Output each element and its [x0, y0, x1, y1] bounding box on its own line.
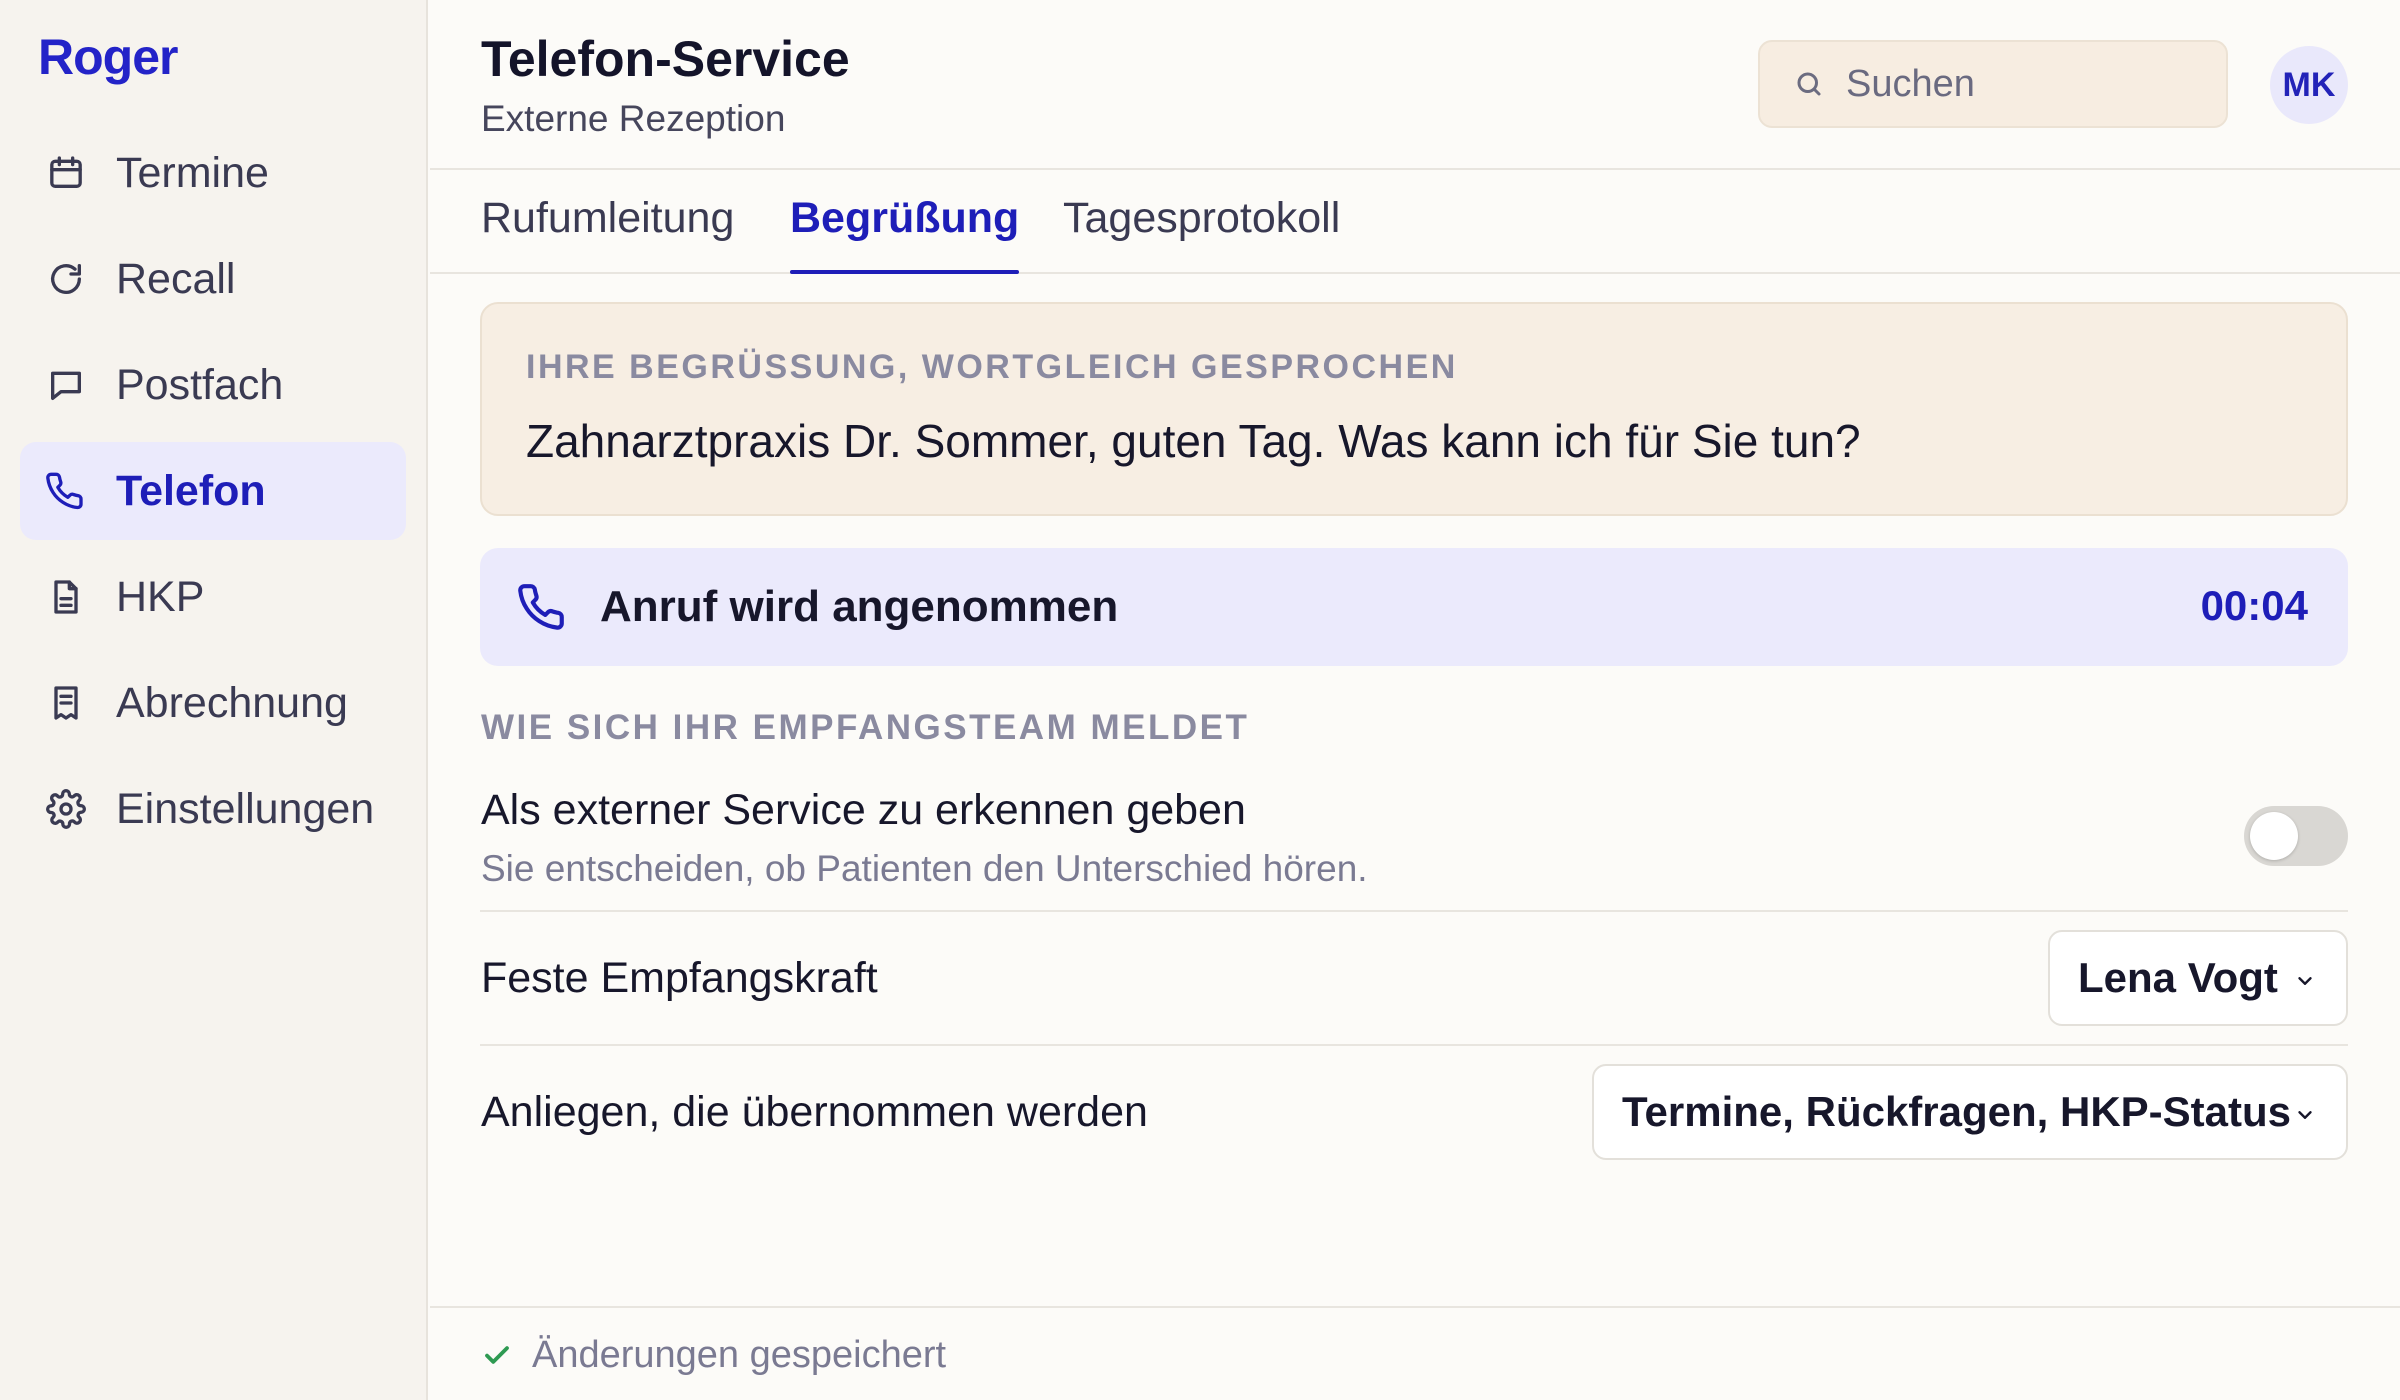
sidebar-item-telefon[interactable]: Telefon: [20, 442, 406, 540]
concerns-select[interactable]: Termine, Rückfragen, HKP-Status: [1592, 1064, 2348, 1160]
external-service-description: Sie entscheiden, ob Patienten den Unters…: [481, 848, 1368, 889]
chevron-down-icon: [2298, 977, 2312, 985]
sidebar-item-label: HKP: [116, 572, 205, 621]
sidebar-item-label: Abrechnung: [116, 678, 348, 727]
receipt-icon: [46, 683, 86, 723]
sidebar-item-label: Postfach: [116, 360, 284, 409]
tab-rufumleitung[interactable]: Rufumleitung: [481, 194, 734, 274]
greeting-card: IHRE BEGRÜSSUNG, WORTGLEICH GESPROCHEN Z…: [480, 302, 2348, 516]
gear-icon: [46, 789, 86, 829]
tab-bar: Rufumleitung Begrüßung Tagesprotokoll: [430, 172, 2400, 274]
main-content: Telefon-Service Externe Rezeption MK Ruf…: [430, 0, 2400, 1400]
external-service-toggle[interactable]: [2244, 806, 2348, 866]
page-header: Telefon-Service Externe Rezeption MK: [430, 0, 2400, 170]
save-status-bar: Änderungen gespeichert: [430, 1306, 2400, 1400]
sidebar-item-label: Termine: [116, 148, 269, 197]
call-status-bar: Anruf wird angenommen 00:04: [480, 548, 2348, 666]
phone-icon: [46, 471, 86, 511]
toggle-knob: [2250, 812, 2298, 860]
sidebar: Roger Termine Recall Postfach Telefon HK…: [0, 0, 428, 1400]
sidebar-item-postfach[interactable]: Postfach: [20, 336, 406, 434]
page-title: Telefon-Service: [481, 31, 850, 87]
sidebar-item-hkp[interactable]: HKP: [20, 548, 406, 646]
check-icon: [485, 1346, 509, 1364]
concerns-label: Anliegen, die übernommen werden: [481, 1088, 1148, 1136]
sidebar-item-label: Einstellungen: [116, 784, 375, 833]
receptionist-value: Lena Vogt: [2078, 954, 2278, 1001]
greeting-label: IHRE BEGRÜSSUNG, WORTGLEICH GESPROCHEN: [526, 348, 1458, 386]
app-logo[interactable]: Roger: [38, 28, 178, 86]
phone-icon: [518, 582, 568, 632]
receptionist-select[interactable]: Lena Vogt: [2048, 930, 2348, 1026]
sidebar-item-einstellungen[interactable]: Einstellungen: [20, 760, 406, 858]
section-label: WIE SICH IHR EMPFANGSTEAM MELDET: [481, 708, 1250, 747]
refresh-icon: [46, 259, 86, 299]
sidebar-item-abrechnung[interactable]: Abrechnung: [20, 654, 406, 752]
sidebar-item-recall[interactable]: Recall: [20, 230, 406, 328]
divider: [480, 1044, 2348, 1046]
divider: [480, 910, 2348, 912]
sidebar-item-label: Telefon: [116, 466, 266, 515]
sidebar-item-label: Recall: [116, 254, 236, 303]
receptionist-label: Feste Empfangskraft: [481, 954, 878, 1002]
save-status-text: Änderungen gespeichert: [532, 1334, 947, 1376]
document-icon: [46, 577, 86, 617]
search-box[interactable]: [1758, 40, 2228, 128]
concerns-value: Termine, Rückfragen, HKP-Status: [1622, 1088, 2292, 1135]
call-status-text: Anruf wird angenommen: [600, 582, 1119, 631]
greeting-text: Zahnarztpraxis Dr. Sommer, guten Tag. Wa…: [526, 415, 1861, 467]
external-service-title: Als externer Service zu erkennen geben: [481, 786, 1246, 834]
search-input[interactable]: [1846, 62, 2226, 106]
sidebar-nav: Termine Recall Postfach Telefon HKP Abre…: [20, 124, 406, 866]
avatar[interactable]: MK: [2270, 46, 2348, 124]
tab-tagesprotokoll[interactable]: Tagesprotokoll: [1063, 194, 1340, 274]
message-icon: [46, 365, 86, 405]
sidebar-item-termine[interactable]: Termine: [20, 124, 406, 222]
page-subtitle: Externe Rezeption: [481, 98, 786, 139]
chevron-down-icon: [2298, 1111, 2312, 1119]
call-timer: 00:04: [2200, 582, 2308, 629]
search-icon: [1797, 72, 1821, 96]
calendar-icon: [46, 153, 86, 193]
tab-begruessung[interactable]: Begrüßung: [790, 194, 1020, 274]
